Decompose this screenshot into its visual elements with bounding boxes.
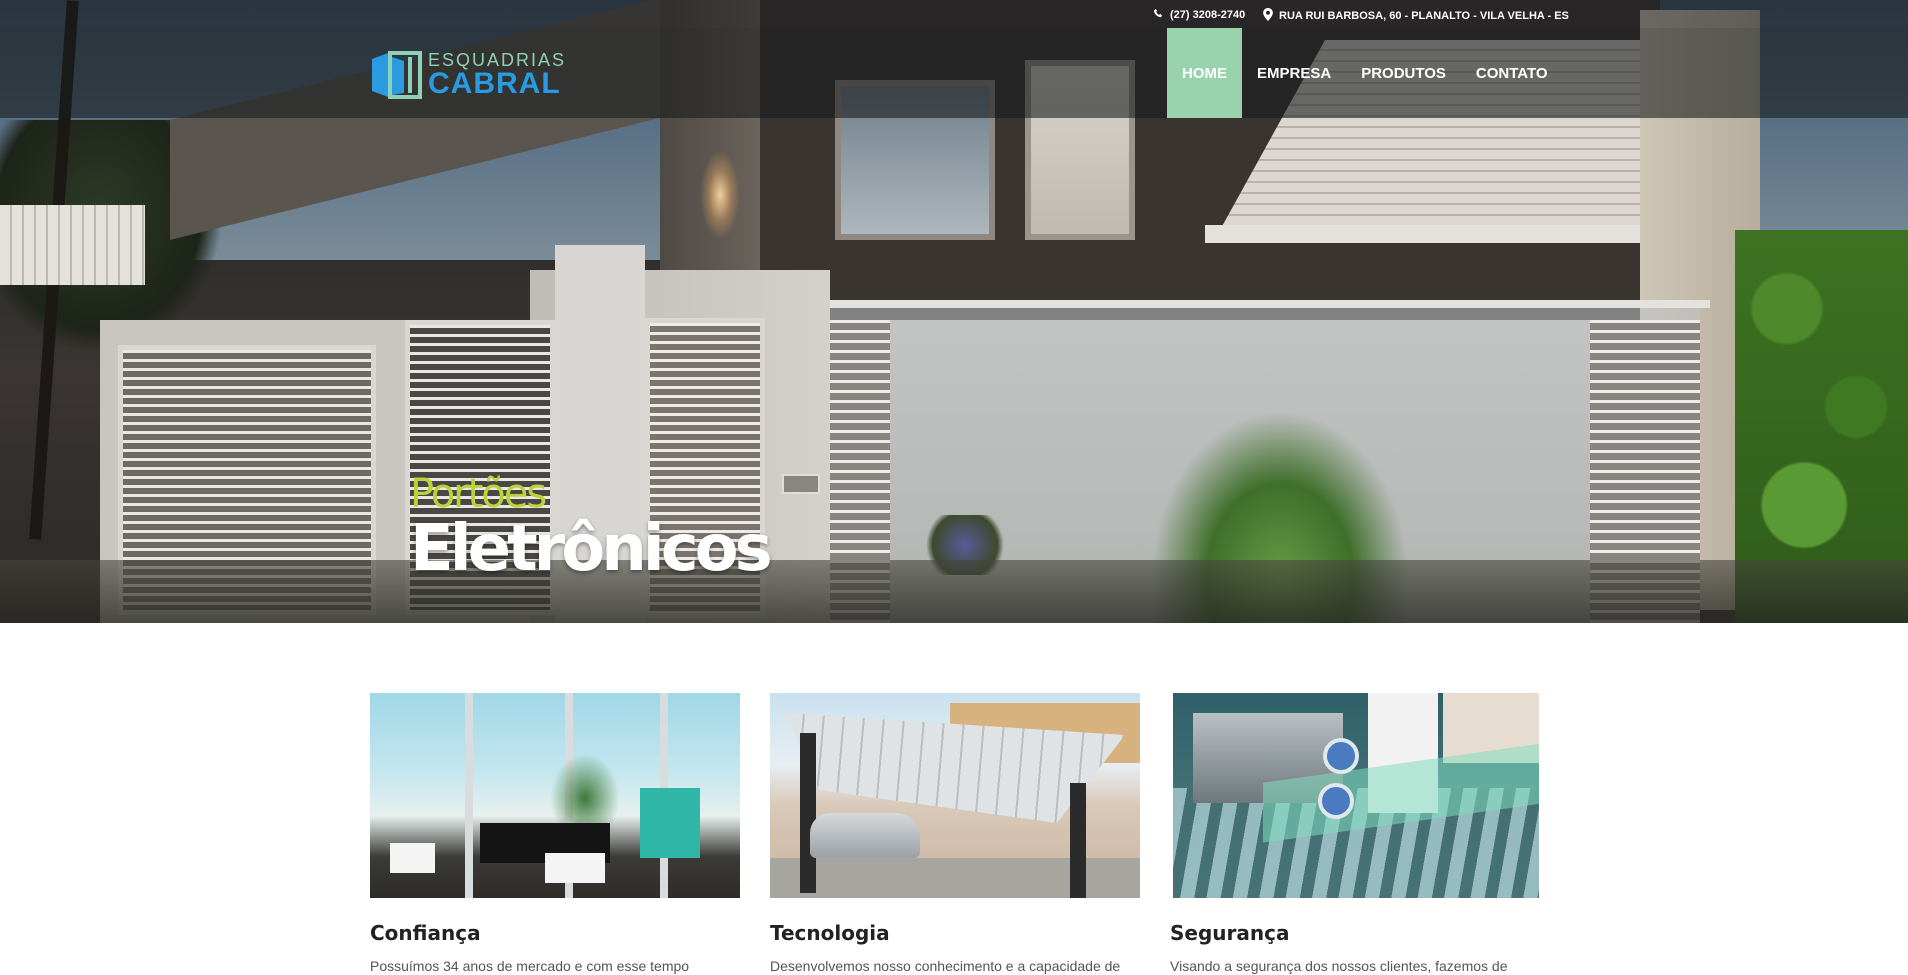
brand-line-2: CABRAL [428, 67, 561, 100]
feature-card-seguranca: Segurança Visando a segurança dos nossos… [1170, 693, 1539, 974]
nav-home[interactable]: HOME [1167, 28, 1242, 118]
hero-subtitle: Portões [410, 471, 547, 517]
brand-logo[interactable]: ESQUADRIAS CABRAL [370, 49, 566, 101]
map-marker-icon [1263, 8, 1273, 24]
top-info-bar: (27) 3208-2740 RUA RUI BARBOSA, 60 - PLA… [0, 0, 1908, 28]
feature-title[interactable]: Confiança [370, 921, 481, 945]
phone-text: (27) 3208-2740 [1170, 9, 1246, 21]
feature-text: Possuímos 34 anos de mercado e com esse … [370, 958, 690, 974]
hero-wall-lamp [700, 150, 740, 240]
nav-empresa[interactable]: EMPRESA [1242, 28, 1346, 118]
hero-fence-rail [830, 300, 1710, 308]
feature-card-tecnologia: Tecnologia Desenvolvemos nosso conhecime… [770, 693, 1140, 974]
feature-text: Visando a segurança dos nossos clientes,… [1170, 958, 1508, 974]
hero-caption: Portões Eletrônicos [410, 471, 773, 586]
feature-text: Desenvolvemos nosso conhecimento e a cap… [770, 958, 1121, 974]
feature-title[interactable]: Tecnologia [770, 921, 890, 945]
main-nav: HOME EMPRESA PRODUTOS CONTATO [1167, 28, 1563, 118]
feature-image-garage-gate[interactable] [770, 693, 1140, 898]
site-header [0, 28, 1908, 118]
feature-image-glass-machine[interactable] [1173, 693, 1539, 898]
phone-icon [1153, 8, 1164, 22]
hero-roof-left [0, 205, 145, 285]
nav-contato[interactable]: CONTATO [1461, 28, 1563, 118]
address-text: RUA RUI BARBOSA, 60 - PLANALTO - VILA VE… [1279, 10, 1569, 22]
feature-image-living-room[interactable] [370, 693, 740, 898]
address-info[interactable]: RUA RUI BARBOSA, 60 - PLANALTO - VILA VE… [1263, 8, 1569, 24]
feature-card-confianca: Confiança Possuímos 34 anos de mercado e… [370, 693, 740, 974]
logo-window-icon [372, 51, 422, 99]
hero-title: Eletrônicos [410, 512, 773, 586]
hero-roof-trim [1205, 225, 1645, 243]
hero-ground [0, 560, 1908, 623]
phone-info[interactable]: (27) 3208-2740 [1153, 8, 1245, 22]
hero-mailbox [782, 474, 820, 494]
nav-produtos[interactable]: PRODUTOS [1346, 28, 1461, 118]
feature-title[interactable]: Segurança [1170, 921, 1289, 945]
